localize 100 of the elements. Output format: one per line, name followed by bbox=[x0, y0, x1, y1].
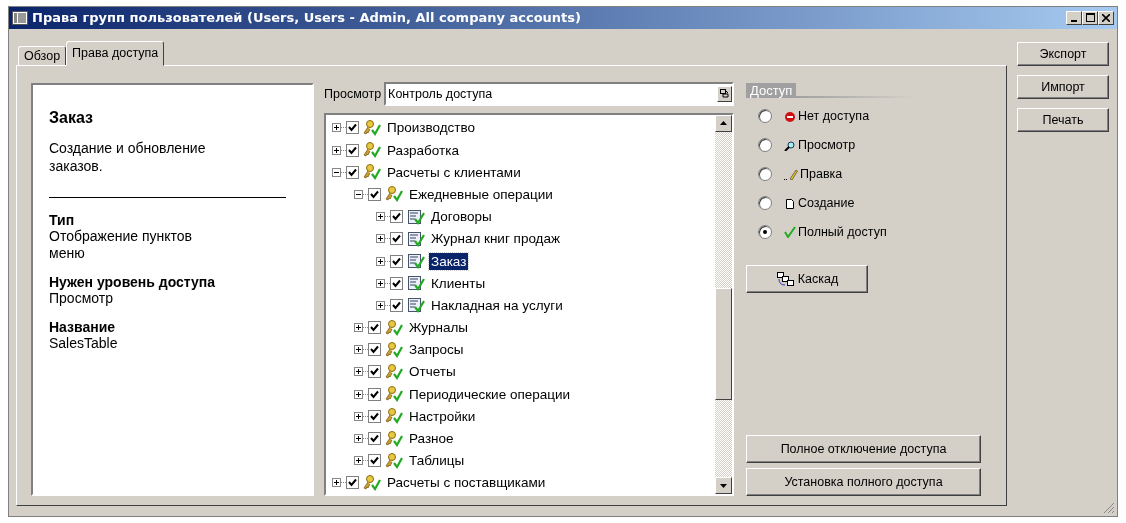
checkbox[interactable] bbox=[368, 432, 381, 446]
tree-item[interactable]: Расчеты с клиентами bbox=[385, 163, 523, 181]
cascade-icon bbox=[775, 270, 796, 287]
checkbox[interactable] bbox=[346, 165, 359, 179]
expand-icon[interactable] bbox=[354, 456, 363, 466]
tab[interactable]: Обзор bbox=[18, 45, 67, 66]
checkbox[interactable] bbox=[368, 365, 381, 379]
tab[interactable]: Права доступа bbox=[66, 40, 165, 66]
radio-button[interactable] bbox=[758, 196, 772, 211]
lookup-button[interactable] bbox=[717, 85, 732, 102]
expand-icon[interactable] bbox=[354, 411, 363, 421]
view-field[interactable]: Контроль доступа bbox=[384, 81, 734, 106]
expand-icon[interactable] bbox=[332, 478, 341, 488]
expand-icon[interactable] bbox=[354, 345, 363, 355]
checkbox[interactable] bbox=[368, 187, 381, 201]
window-title: Права групп пользователей (Users, Users - Admin, All company accounts) bbox=[32, 10, 581, 26]
checkmark-icon bbox=[784, 226, 796, 239]
tree-item[interactable]: Запросы bbox=[407, 341, 466, 359]
tree-item[interactable]: Производство bbox=[385, 119, 478, 137]
form-check-icon bbox=[407, 275, 425, 292]
expand-icon[interactable] bbox=[354, 323, 363, 333]
tree-item[interactable]: Журналы bbox=[407, 319, 470, 337]
scroll-up-button[interactable] bbox=[715, 114, 732, 132]
object-title: Заказ bbox=[49, 108, 94, 127]
object-description: Создание и обновление заказов. bbox=[49, 138, 207, 175]
checkbox[interactable] bbox=[368, 454, 381, 468]
key-check-icon bbox=[385, 386, 403, 403]
tree-item[interactable]: Отчеты bbox=[407, 363, 458, 381]
maximize-button[interactable] bbox=[1082, 10, 1098, 25]
checkbox[interactable] bbox=[346, 143, 359, 157]
tree-item[interactable]: Периодические операции bbox=[407, 385, 573, 403]
radio-label: Нет доступа bbox=[798, 109, 870, 124]
form-check-icon bbox=[407, 253, 425, 270]
collapse-icon[interactable] bbox=[354, 189, 363, 199]
checkbox[interactable] bbox=[390, 254, 403, 268]
radio-label: Создание bbox=[798, 196, 855, 211]
tree-item[interactable]: Настройки bbox=[407, 407, 478, 425]
cascade-button[interactable]: Каскад bbox=[746, 264, 868, 293]
group-title: Доступ bbox=[746, 82, 797, 98]
expand-icon[interactable] bbox=[354, 434, 363, 444]
tree-item[interactable]: Расчеты с поставщиками bbox=[385, 474, 548, 492]
radio-button[interactable] bbox=[758, 225, 772, 240]
access-button[interactable]: Установка полного доступа bbox=[746, 468, 981, 496]
scroll-thumb[interactable] bbox=[715, 288, 732, 401]
view-label: Просмотр bbox=[324, 86, 382, 101]
checkbox[interactable] bbox=[368, 387, 381, 401]
side-button[interactable]: Печать bbox=[1017, 107, 1109, 132]
magnifier-icon bbox=[784, 139, 796, 152]
tree-item[interactable]: Разное bbox=[407, 430, 456, 448]
expand-icon[interactable] bbox=[376, 212, 385, 222]
form-check-icon bbox=[407, 230, 425, 247]
checkbox[interactable] bbox=[368, 343, 381, 357]
key-check-icon bbox=[363, 474, 381, 491]
close-button[interactable] bbox=[1098, 10, 1114, 25]
tree-item[interactable]: Клиенты bbox=[429, 274, 488, 292]
expand-icon[interactable] bbox=[376, 300, 385, 310]
expand-icon[interactable] bbox=[332, 123, 341, 133]
key-check-icon bbox=[363, 164, 381, 181]
radio-button[interactable] bbox=[758, 109, 772, 124]
collapse-icon[interactable] bbox=[332, 167, 341, 177]
side-button[interactable]: Экспорт bbox=[1017, 41, 1109, 66]
checkbox[interactable] bbox=[390, 298, 403, 312]
scroll-down-button[interactable] bbox=[715, 477, 732, 494]
tree-item[interactable]: Таблицы bbox=[407, 452, 467, 470]
radio-label: Правка bbox=[800, 167, 843, 182]
up-arrow-icon bbox=[720, 121, 727, 126]
expand-icon[interactable] bbox=[354, 367, 363, 377]
maximize-icon bbox=[1085, 13, 1095, 23]
checkbox[interactable] bbox=[368, 321, 381, 335]
checkbox[interactable] bbox=[368, 409, 381, 423]
tree-item[interactable]: Заказ bbox=[429, 252, 469, 270]
expand-icon[interactable] bbox=[376, 256, 385, 266]
tree-item[interactable]: Накладная на услуги bbox=[429, 296, 565, 314]
form-check-icon bbox=[407, 297, 425, 314]
form-check-icon bbox=[407, 208, 425, 225]
checkbox[interactable] bbox=[390, 210, 403, 224]
expand-icon[interactable] bbox=[376, 278, 385, 288]
key-check-icon bbox=[385, 430, 403, 447]
resize-grip-icon bbox=[1103, 502, 1115, 514]
checkbox[interactable] bbox=[346, 121, 359, 135]
access-button[interactable]: Полное отключение доступа bbox=[746, 435, 981, 463]
radio-button[interactable] bbox=[758, 138, 772, 153]
tree-item[interactable]: Разработка bbox=[385, 141, 461, 159]
expand-icon[interactable] bbox=[376, 234, 385, 244]
radio-button[interactable] bbox=[758, 167, 772, 182]
checkbox[interactable] bbox=[390, 276, 403, 290]
minimize-button[interactable] bbox=[1066, 10, 1082, 25]
checkbox[interactable] bbox=[346, 476, 359, 490]
key-check-icon bbox=[385, 408, 403, 425]
side-button[interactable]: Импорт bbox=[1017, 74, 1109, 99]
key-check-icon bbox=[385, 452, 403, 469]
expand-icon[interactable] bbox=[354, 389, 363, 399]
tree-item[interactable]: Договоры bbox=[429, 208, 494, 226]
tree-item[interactable]: Ежедневные операции bbox=[407, 185, 555, 203]
scrollbar[interactable] bbox=[715, 114, 732, 494]
tree-item[interactable]: Журнал книг продаж bbox=[429, 230, 563, 248]
field-value: Просмотр bbox=[49, 289, 113, 307]
key-check-icon bbox=[363, 119, 381, 136]
checkbox[interactable] bbox=[390, 232, 403, 246]
expand-icon[interactable] bbox=[332, 145, 341, 155]
